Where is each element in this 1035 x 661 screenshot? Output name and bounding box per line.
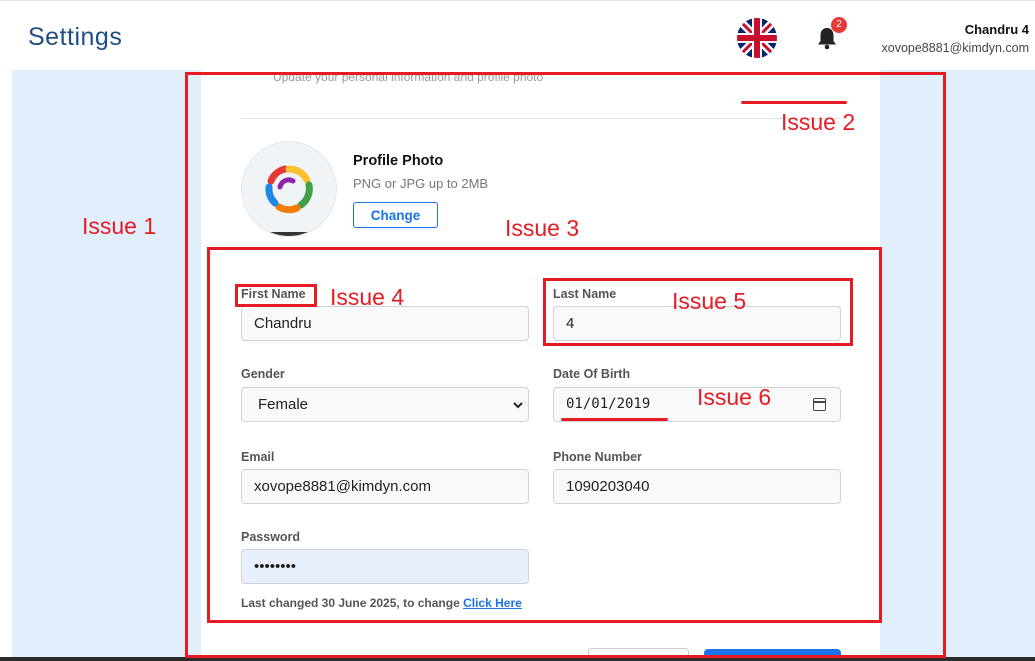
first-name-label: First Name [241,287,306,301]
bell-icon[interactable]: 2 [816,17,847,50]
profile-photo [241,141,337,237]
profile-subtitle: Update your personal information and pro… [273,70,544,84]
first-name-input[interactable]: Chandru [241,306,529,341]
dob-value: 01/01/2019 [566,396,651,412]
issue-4-label: Issue 4 [330,284,405,310]
phone-input[interactable]: 1090203040 [553,469,841,504]
issue-3-label: Issue 3 [505,215,580,241]
password-input[interactable]: •••••••• [241,549,529,584]
notification-badge: 2 [831,17,847,33]
profile-photo-title: Profile Photo [353,153,444,169]
change-password-link[interactable]: Click Here [463,596,522,610]
logo-icon [265,165,313,236]
issue-6-underline [561,418,668,421]
issue-5-label: Issue 5 [672,288,747,314]
password-note: Last changed 30 June 2025, to change Cli… [241,596,522,610]
dob-label: Date Of Birth [553,367,631,381]
calendar-icon[interactable] [813,398,826,411]
top-bar: Settings 2 Chandru 4 xovope8881@kimdyn.c… [0,0,1035,70]
change-photo-button[interactable]: Change [353,202,438,228]
chevron-down-icon [513,402,523,409]
issue-2-underline [741,101,847,104]
issue-2-label: Issue 2 [781,109,856,135]
issue-1-label: Issue 1 [82,213,157,239]
profile-photo-hint: PNG or JPG up to 2MB [353,176,489,191]
gender-value: Female [258,396,309,413]
user-email: xovope8881@kimdyn.com [881,41,1030,55]
last-name-label: Last Name [553,287,617,301]
phone-label: Phone Number [553,450,642,464]
user-name: Chandru 4 [964,22,1029,37]
bottom-edge [0,657,1035,661]
gender-select[interactable]: Female [241,387,529,422]
password-label: Password [241,530,301,544]
email-label: Email [241,450,275,464]
issue-6-label: Issue 6 [697,384,772,410]
gender-label: Gender [241,367,285,381]
email-input[interactable]: xovope8881@kimdyn.com [241,469,529,504]
password-note-text: Last changed 30 June 2025, to change [241,596,460,610]
uk-flag-icon[interactable] [737,18,777,58]
page-title: Settings [28,23,123,51]
user-menu[interactable]: Chandru 4 xovope8881@kimdyn.com [882,22,1030,55]
section-divider [241,118,841,119]
